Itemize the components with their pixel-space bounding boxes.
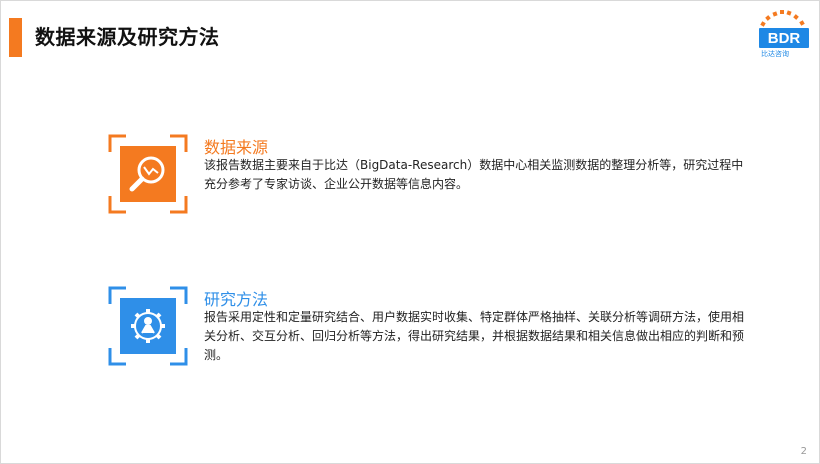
data-source-icon-frame (108, 134, 188, 214)
page-number: 2 (800, 446, 807, 457)
section-body: 该报告数据主要来自于比达（BigData-Research）数据中心相关监测数据… (204, 158, 744, 191)
section-research-method: 研究方法 报告采用定性和定量研究结合、用户数据实时收集、特定群体严格抽样、关联分… (108, 286, 748, 366)
logo-text: BDR (768, 30, 801, 47)
section-data-source: 数据来源 该报告数据主要来自于比达（BigData-Research）数据中心相… (108, 134, 748, 214)
slide: 数据来源及研究方法 BDR 比达咨询 数据来源 该报告数据主要来自于比达（Big… (0, 0, 820, 464)
title-accent-bar (9, 18, 22, 57)
page-title: 数据来源及研究方法 (35, 25, 220, 49)
logo-subtitle: 比达咨询 (761, 50, 789, 58)
section-body: 报告采用定性和定量研究结合、用户数据实时收集、特定群体严格抽样、关联分析等调研方… (204, 310, 745, 362)
research-method-icon-frame (108, 286, 188, 366)
section-title: 数据来源 (204, 138, 269, 157)
section-title: 研究方法 (204, 290, 269, 309)
